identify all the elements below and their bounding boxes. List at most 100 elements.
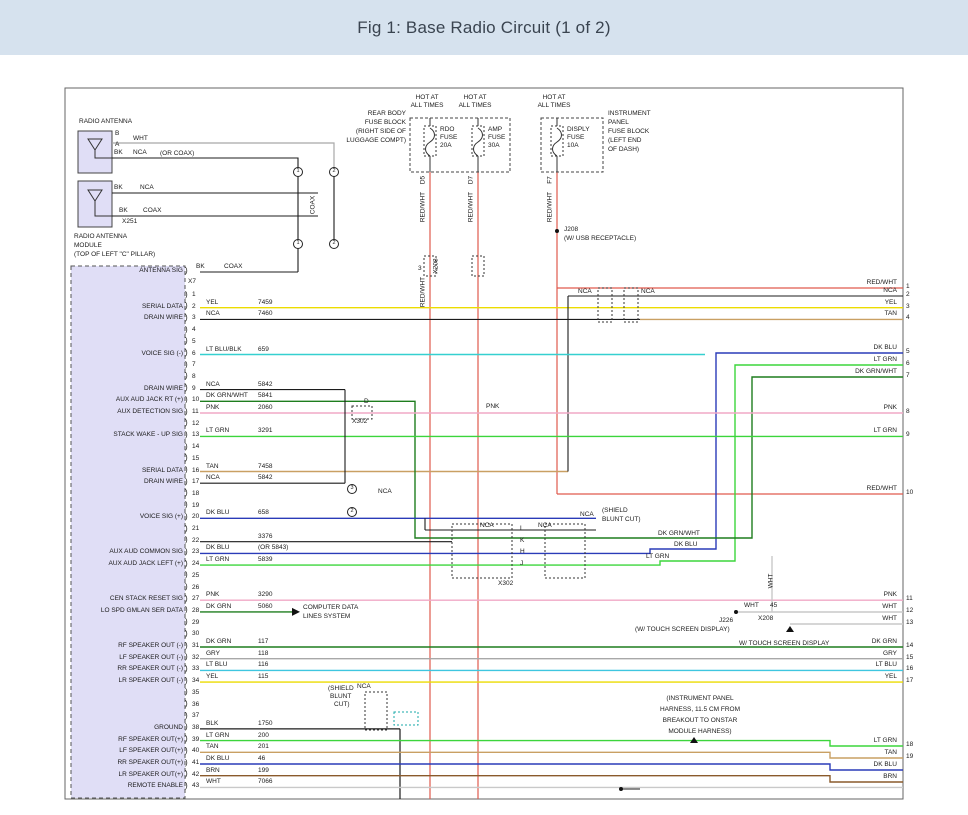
pin-number: 11 (906, 596, 913, 603)
diagram-label: NCA (133, 150, 147, 157)
wiring-diagram-canvas: 121232RADIO ANTENNABAWHTBKNCA(OR COAX)BK… (0, 0, 968, 815)
pin-number: 7 (906, 373, 910, 380)
wire-circuit-label: 7459 (258, 300, 272, 307)
pin-tick: ) (185, 782, 188, 790)
diagram-label: WHT (744, 603, 759, 610)
hot-at-all-times: ALL TIMES (411, 103, 444, 110)
radio-antenna-title: RADIO ANTENNA (79, 119, 132, 126)
wire-color-label: BRN (206, 768, 220, 775)
pin-tick: ) (185, 419, 188, 427)
wire-color-label: YEL (206, 300, 218, 307)
pin-number: 42 (192, 772, 199, 779)
wire-color-label: GRY (883, 651, 897, 658)
pin-tick: ) (185, 700, 188, 708)
wire-circuit-label: 658 (258, 510, 269, 517)
wire-color-label: TAN (206, 464, 219, 471)
pin-tick: ) (185, 630, 188, 638)
wire-color-label: BRN (883, 774, 897, 781)
pin-number: 25 (192, 573, 199, 580)
diagram-label: COAX (311, 196, 318, 214)
pin-tick: ) (185, 560, 188, 568)
wire-color-label: BLK (206, 721, 218, 728)
diagram-label: MODULE (74, 243, 102, 250)
diagram-label: FUSE (488, 135, 505, 142)
diagram-label: 30A (488, 143, 500, 150)
pin-number: 19 (192, 503, 199, 510)
diagram-label: RED/WHT (469, 192, 476, 222)
diagram-label: INSTRUMENT (608, 111, 651, 118)
pin-tick: ) (185, 384, 188, 392)
pin-signal-label: VOICE SIG (+) (140, 514, 183, 521)
diagram-label: COAX (143, 208, 161, 215)
pin-number: 43 (192, 783, 199, 790)
wire-color-label: LT BLU (206, 662, 227, 669)
harness-note: MODULE HARNESS) (668, 729, 731, 736)
pin-tick: ) (185, 735, 188, 743)
wire-circuit-label: 7460 (258, 311, 272, 318)
diagram-label: LT GRN (646, 554, 669, 561)
diagram-label: 20A (440, 143, 452, 150)
diagram-label: NCA (538, 523, 552, 530)
pin-signal-label: DRAIN WIRE (144, 315, 183, 322)
pin-tick: ) (185, 267, 188, 275)
harness-note: HARNESS, 11.5 CM FROM (660, 707, 740, 714)
splice-dot (619, 787, 623, 791)
diagram-label: REAR BODY (368, 111, 406, 118)
pin-number: 32 (192, 655, 199, 662)
wire-color-label: PNK (884, 405, 897, 412)
wire-color-label: LT GRN (874, 428, 897, 435)
pin-number: 18 (906, 742, 913, 749)
pin-number: 38 (192, 725, 199, 732)
wire-circuit-label: 3376 (258, 534, 272, 541)
diagram-label: OF DASH) (608, 147, 639, 154)
diagram-label: J208 (564, 227, 578, 234)
wire-circuit-label: 5842 (258, 382, 272, 389)
pin-number: 3 (192, 315, 196, 322)
diagram-label: PANEL (608, 120, 629, 127)
pin-number: 9 (906, 432, 910, 439)
wire-color-label: DK GRN/WHT (206, 393, 248, 400)
diagram-label: D (364, 399, 369, 406)
diagram-label: BLUNT (330, 694, 351, 701)
hot-at-all-times: HOT AT (543, 95, 566, 102)
pin-tick: ) (185, 431, 188, 439)
pin-number: 31 (192, 643, 199, 650)
diagram-label: BLUNT CUT) (602, 517, 641, 524)
pin-number: 17 (192, 479, 199, 486)
pin-number: 2 (192, 304, 196, 311)
wire-circuit-label: 7458 (258, 464, 272, 471)
wire-circuit-label: 201 (258, 744, 269, 751)
pin-signal-label: RF SPEAKER OUT (-) (118, 643, 183, 650)
harness-note: (INSTRUMENT PANEL (666, 696, 733, 703)
pin-number: 30 (192, 631, 199, 638)
wire-color-label: DK BLU (874, 762, 897, 769)
pin-signal-label: RR SPEAKER OUT (-) (117, 666, 183, 673)
wire-circuit-label: 116 (258, 662, 268, 669)
pin-tick: ) (185, 759, 188, 767)
wire-color-label: LT GRN (206, 557, 229, 564)
pin-signal-label: LR SPEAKER OUT (-) (118, 678, 183, 685)
pin-tick: ) (185, 642, 188, 650)
diagram-label: 10A (567, 143, 579, 150)
diagram-label: FUSE (567, 135, 584, 142)
wire-circuit-label: 115 (258, 674, 268, 681)
diagram-label: RADIO ANTENNA (74, 234, 127, 241)
connector-id: X251 (122, 219, 137, 226)
wire-color-label: PNK (884, 592, 897, 599)
pin-signal-label: AUX AUD COMMON SIG (109, 549, 183, 556)
diagram-label: F7 (548, 176, 555, 184)
pin-signal-label: ANTENNA SIG (139, 268, 183, 275)
wire-circuit-label: 5839 (258, 557, 272, 564)
diagram-label: WHT (133, 136, 148, 143)
wire-circuit-label: 117 (258, 639, 268, 646)
pin-signal-label: REMOTE ENABLE (128, 783, 183, 790)
diagram-label: 3 (418, 266, 422, 273)
diagram-label: RDO (440, 127, 454, 134)
pin-signal-label: DRAIN WIRE (144, 479, 183, 486)
pin-number: 4 (906, 315, 910, 322)
diagram-label: FUSE (440, 135, 457, 142)
wire-color-label: YEL (206, 674, 218, 681)
wire-color-label: LT GRN (206, 428, 229, 435)
pin-number: 1 (192, 292, 196, 299)
pin-tick: ) (185, 396, 188, 404)
